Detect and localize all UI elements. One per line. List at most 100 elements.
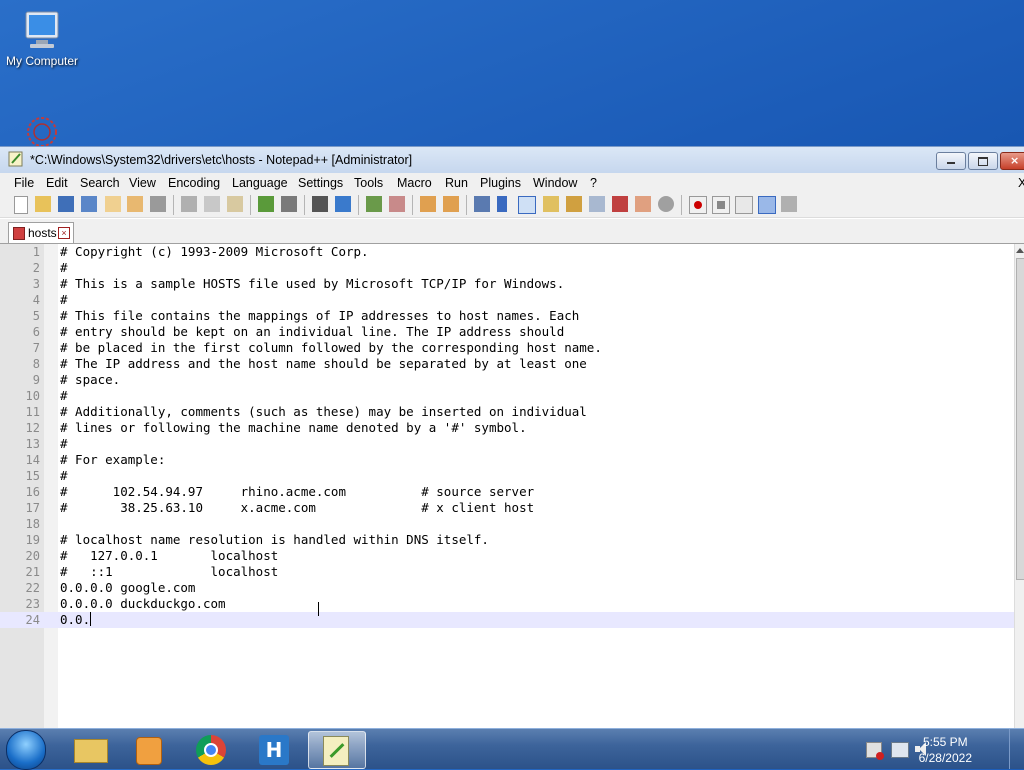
editor-line[interactable]: 20 # 127.0.0.1 localhost	[0, 548, 1014, 564]
paste-icon[interactable]	[227, 196, 243, 212]
show-desktop-button[interactable]	[1009, 729, 1024, 769]
close-button[interactable]: ×	[1000, 152, 1024, 170]
editor-line[interactable]: 17 # 38.25.63.10 x.acme.com # x client ho…	[0, 500, 1014, 516]
close-all-icon[interactable]	[127, 196, 143, 212]
close-icon[interactable]	[105, 196, 121, 212]
replace-icon[interactable]	[335, 196, 351, 212]
editor-line[interactable]: 11 # Additionally, comments (such as thes…	[0, 404, 1014, 420]
media-player-icon[interactable]	[122, 731, 178, 767]
menu-edit[interactable]: Edit	[46, 176, 68, 190]
scroll-up-icon[interactable]	[1016, 248, 1024, 253]
menu-window[interactable]: Window	[533, 176, 577, 190]
cut-icon[interactable]	[181, 196, 197, 212]
menu-language[interactable]: Language	[232, 176, 288, 190]
editor-line[interactable]: 6 # entry should be kept on an individual…	[0, 324, 1014, 340]
editor-line[interactable]: 9 # space.	[0, 372, 1014, 388]
play-macro-icon[interactable]	[735, 196, 753, 214]
menu-view[interactable]: View	[129, 176, 156, 190]
restore-button[interactable]	[968, 152, 998, 170]
menu-search[interactable]: Search	[80, 176, 120, 190]
action-center-icon[interactable]	[866, 742, 884, 760]
toolbar-separator	[681, 195, 682, 215]
editor-line[interactable]: 16 # 102.54.94.97 rhino.acme.com # source…	[0, 484, 1014, 500]
sync-h-icon[interactable]	[443, 196, 459, 212]
save-macro-icon[interactable]	[781, 196, 797, 212]
word-wrap-icon[interactable]	[474, 196, 490, 212]
editor-line[interactable]: 8 # The IP address and the host name shou…	[0, 356, 1014, 372]
start-orb-icon[interactable]	[6, 730, 46, 770]
editor-line[interactable]: 14 # For example:	[0, 452, 1014, 468]
editor-line[interactable]: 1 # Copyright (c) 1993-2009 Microsoft Cor…	[0, 244, 1014, 260]
close-document-x[interactable]: X	[1018, 176, 1024, 190]
scroll-thumb[interactable]	[1016, 258, 1024, 580]
menu-tools[interactable]: Tools	[354, 176, 383, 190]
editor-line[interactable]: 21 # ::1 localhost	[0, 564, 1014, 580]
text-editor[interactable]: 1 # Copyright (c) 1993-2009 Microsoft Cor…	[0, 244, 1014, 729]
editor-line[interactable]: 24 0.0.	[0, 612, 1014, 628]
editor-line[interactable]: 22 0.0.0.0 google.com	[0, 580, 1014, 596]
tab-close-icon[interactable]: ×	[58, 227, 70, 239]
eye-icon[interactable]	[658, 196, 674, 212]
editor-line[interactable]: 12 # lines or following the machine name …	[0, 420, 1014, 436]
network-icon[interactable]	[891, 742, 909, 758]
editor-line[interactable]: 2 #	[0, 260, 1014, 276]
menu-macro[interactable]: Macro	[397, 176, 432, 190]
line-number: 5	[32, 309, 40, 323]
folder-workspace-icon[interactable]	[589, 196, 605, 212]
menu-settings[interactable]: Settings	[298, 176, 343, 190]
sort-icon[interactable]	[635, 196, 651, 212]
editor-line[interactable]: 10 #	[0, 388, 1014, 404]
monitoring-icon[interactable]	[612, 196, 628, 212]
editor-line[interactable]: 7 # be placed in the first column followe…	[0, 340, 1014, 356]
editor-line[interactable]: 4 #	[0, 292, 1014, 308]
doc-map-icon[interactable]	[543, 196, 559, 212]
notepad-plus-plus-taskbar-button[interactable]	[308, 731, 366, 769]
tab-hosts[interactable]: hosts ×	[8, 222, 74, 243]
vertical-scrollbar[interactable]	[1014, 244, 1024, 729]
find-icon[interactable]	[312, 196, 328, 212]
save-all-icon[interactable]	[81, 196, 97, 212]
menu-encoding[interactable]: Encoding	[168, 176, 220, 190]
minimize-button[interactable]	[936, 152, 966, 170]
menu-run[interactable]: Run	[445, 176, 468, 190]
indent-guide-icon[interactable]	[518, 196, 536, 214]
line-number: 19	[25, 533, 40, 547]
editor-line[interactable]: 13 #	[0, 436, 1014, 452]
record-macro-icon[interactable]	[689, 196, 707, 214]
editor-line[interactable]: 3 # This is a sample HOSTS file used by M…	[0, 276, 1014, 292]
redo-icon[interactable]	[281, 196, 297, 212]
explorer-icon[interactable]	[62, 731, 118, 767]
line-text: # Copyright (c) 1993-2009 Microsoft Corp…	[60, 244, 369, 259]
toolbar-separator	[358, 195, 359, 215]
print-icon[interactable]	[150, 196, 166, 212]
system-clock[interactable]: 5:55 PM 6/28/2022	[919, 734, 972, 766]
stop-macro-icon[interactable]	[712, 196, 730, 214]
zoom-in-icon[interactable]	[366, 196, 382, 212]
editor-line[interactable]: 15 #	[0, 468, 1014, 484]
open-icon[interactable]	[35, 196, 51, 212]
editor-line[interactable]: 23 0.0.0.0 duckduckgo.com	[0, 596, 1014, 612]
title-bar[interactable]: *C:\Windows\System32\drivers\etc\hosts -…	[0, 147, 1024, 173]
clock-date: 6/28/2022	[918, 751, 972, 765]
editor-line[interactable]: 18	[0, 516, 1014, 532]
new-icon[interactable]	[14, 196, 28, 214]
zoom-out-icon[interactable]	[389, 196, 405, 212]
desktop-icon-my-computer[interactable]: My Computer	[2, 8, 82, 68]
desktop-icon-recycle-bin[interactable]	[2, 112, 82, 146]
save-icon[interactable]	[58, 196, 74, 212]
menu-file[interactable]: File	[14, 176, 34, 190]
show-all-chars-icon[interactable]	[497, 196, 507, 212]
run-macro-multiple-icon[interactable]	[758, 196, 776, 214]
chrome-icon[interactable]	[184, 731, 240, 767]
menu-plugins[interactable]: Plugins	[480, 176, 521, 190]
app-h-icon[interactable]: H	[246, 731, 302, 767]
copy-icon[interactable]	[204, 196, 220, 212]
line-number: 20	[25, 549, 40, 563]
editor-line[interactable]: 5 # This file contains the mappings of IP…	[0, 308, 1014, 324]
undo-icon[interactable]	[258, 196, 274, 212]
sync-v-icon[interactable]	[420, 196, 436, 212]
menu-help[interactable]: ?	[590, 176, 597, 190]
editor-line[interactable]: 19 # localhost name resolution is handled…	[0, 532, 1014, 548]
line-number: 11	[25, 405, 40, 419]
function-list-icon[interactable]	[566, 196, 582, 212]
